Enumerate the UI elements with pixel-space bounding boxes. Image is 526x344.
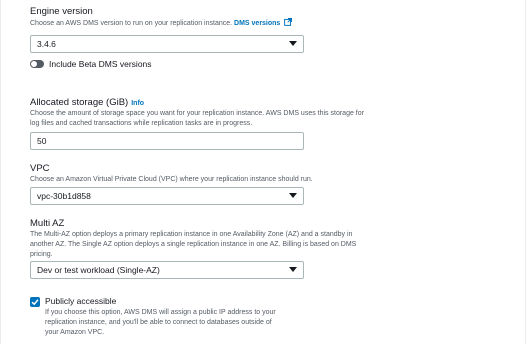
- toggle-knob: [31, 61, 37, 67]
- publicly-accessible-checkbox[interactable]: [30, 297, 40, 307]
- engine-version-label: Engine version: [30, 6, 93, 17]
- vpc-description: Choose an Amazon Virtual Private Cloud (…: [30, 176, 313, 183]
- multi-az-value: Dev or test workload (Single-AZ): [37, 265, 160, 275]
- multi-az-label: Multi AZ: [30, 218, 65, 229]
- caret-down-icon: [289, 267, 297, 272]
- engine-version-description-text: Choose an AWS DMS version to run on your…: [30, 20, 233, 27]
- caret-down-icon: [289, 193, 297, 198]
- vpc-value: vpc-30b1d858: [37, 191, 91, 201]
- publicly-accessible-label: Publicly accessible: [45, 296, 117, 306]
- beta-versions-label: Include Beta DMS versions: [49, 59, 152, 69]
- replication-instance-form: Engine version Choose an AWS DMS version…: [0, 0, 526, 344]
- allocated-storage-label-text: Allocated storage (GiB): [30, 97, 129, 108]
- multi-az-select[interactable]: Dev or test workload (Single-AZ): [30, 261, 304, 279]
- publicly-accessible-description-line2: replication instance, and you'll be able…: [45, 319, 272, 326]
- multi-az-description-line3: pricing.: [30, 251, 53, 258]
- beta-versions-toggle[interactable]: [30, 60, 44, 68]
- engine-version-select[interactable]: 3.4.6: [30, 35, 304, 53]
- multi-az-description: The Multi-AZ option deploys a primary re…: [30, 230, 356, 260]
- vpc-select[interactable]: vpc-30b1d858: [30, 187, 304, 205]
- allocated-storage-description-line2: log files and cached transactions while …: [30, 120, 253, 127]
- checkmark-icon: [31, 299, 39, 306]
- left-border: [0, 0, 1, 344]
- info-link[interactable]: Info: [131, 100, 144, 107]
- allocated-storage-description-line1: Choose the amount of storage space you w…: [30, 110, 364, 117]
- allocated-storage-description: Choose the amount of storage space you w…: [30, 109, 364, 129]
- publicly-accessible-description-line1: If you choose this option, AWS DMS will …: [45, 309, 276, 316]
- engine-version-description: Choose an AWS DMS version to run on your…: [30, 18, 293, 29]
- multi-az-description-line1: The Multi-AZ option deploys a primary re…: [30, 231, 353, 238]
- external-link-icon[interactable]: [284, 18, 293, 26]
- publicly-accessible-description: If you choose this option, AWS DMS will …: [45, 308, 276, 338]
- allocated-storage-input[interactable]: 50: [30, 132, 304, 150]
- publicly-accessible-description-line3: your Amazon VPC.: [45, 329, 105, 336]
- multi-az-description-line2: another AZ. The Single AZ option deploys…: [30, 241, 357, 248]
- vpc-label: VPC: [30, 163, 50, 174]
- allocated-storage-label: Allocated storage (GiB) Info: [30, 97, 144, 108]
- allocated-storage-value: 50: [37, 136, 47, 146]
- dms-versions-link[interactable]: DMS versions: [234, 20, 280, 27]
- caret-down-icon: [289, 41, 297, 46]
- engine-version-value: 3.4.6: [37, 39, 56, 49]
